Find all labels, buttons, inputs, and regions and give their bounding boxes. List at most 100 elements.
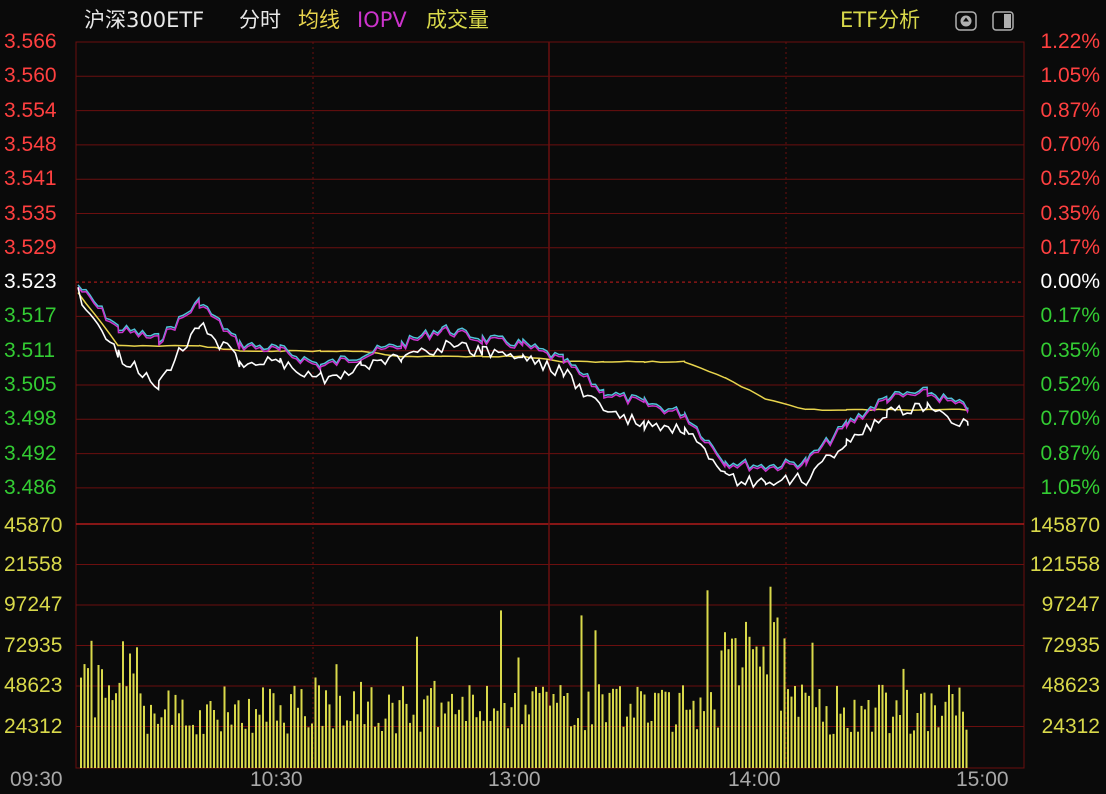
- volume-bar: [619, 686, 621, 768]
- volume-bar: [689, 709, 691, 768]
- volume-bar: [643, 694, 646, 768]
- volume-bar: [521, 724, 523, 768]
- volume-bar: [314, 677, 317, 768]
- volume-bar: [272, 693, 275, 768]
- volume-bar: [741, 667, 744, 768]
- volume-bar: [458, 709, 460, 768]
- percent-tick-label: 1.22%: [1040, 30, 1100, 53]
- volume-bar: [717, 727, 719, 768]
- volume-bar: [867, 700, 870, 768]
- volume-bar: [465, 721, 467, 768]
- volume-bar: [83, 664, 86, 768]
- volume-bar: [524, 704, 527, 768]
- volume-bar: [409, 722, 411, 768]
- volume-bar: [454, 714, 457, 768]
- volume-bar: [80, 677, 82, 768]
- time-tick-label: 09:30: [10, 768, 63, 791]
- volume-bar: [202, 733, 205, 768]
- volume-bar: [913, 730, 915, 768]
- volume-bar: [195, 734, 198, 768]
- volume-bar: [398, 700, 401, 768]
- volume-bar: [629, 703, 632, 768]
- chart-canvas[interactable]: [0, 0, 1106, 794]
- volume-bar: [745, 621, 747, 768]
- volume-bar: [965, 729, 968, 768]
- volume-bar: [860, 705, 863, 768]
- volume-bar: [339, 695, 341, 768]
- volume-bar: [279, 705, 282, 768]
- volume-tick-label-right: 97247: [1041, 593, 1100, 616]
- price-tick-label: 3.548: [4, 132, 57, 156]
- volume-bar: [297, 707, 299, 768]
- volume-bar: [374, 726, 376, 768]
- volume-bar: [801, 684, 803, 768]
- price-tick-label: 3.511: [4, 338, 55, 362]
- volume-bar: [538, 693, 541, 768]
- volume-bar: [573, 724, 576, 768]
- volume-bar: [846, 728, 849, 768]
- price-tick-label: 3.529: [4, 235, 57, 259]
- price-tick-label: 3.523: [4, 270, 57, 294]
- volume-bar: [657, 693, 660, 768]
- volume-tick-label: 24312: [4, 714, 63, 738]
- volume-bar: [843, 707, 845, 768]
- volume-bar: [405, 703, 408, 768]
- volume-bar: [118, 682, 121, 768]
- percent-tick-label: 0.70%: [1040, 407, 1100, 431]
- volume-bar: [703, 711, 705, 768]
- volume-bar: [710, 692, 712, 768]
- volume-bar: [307, 727, 310, 768]
- price-line: [77, 287, 969, 489]
- etf-intraday-chart-window: 沪深300ETF 分时 均线 IOPV 成交量 ETF分析 3.566 3.560…: [0, 0, 1106, 794]
- time-tick-label: 15:00: [956, 768, 1009, 791]
- volume-bar: [895, 700, 898, 768]
- volume-bar: [171, 724, 173, 768]
- volume-bar: [489, 721, 492, 768]
- volume-bar: [549, 705, 551, 768]
- volume-bar: [440, 702, 443, 768]
- volume-bar: [727, 649, 730, 768]
- percent-tick-label: 0.87%: [1040, 98, 1100, 122]
- volume-bar: [559, 685, 562, 768]
- volume-bar: [755, 646, 758, 768]
- volume-bar: [787, 689, 789, 768]
- volume-bar: [412, 714, 415, 768]
- volume-bar: [888, 733, 891, 768]
- volume-bar: [678, 692, 681, 768]
- volume-bar: [139, 693, 142, 768]
- volume-bar: [528, 714, 530, 768]
- volume-bar: [486, 685, 488, 768]
- percent-tick-label: 0.17%: [1040, 235, 1100, 259]
- volume-bar: [353, 691, 355, 768]
- volume-bar: [514, 693, 516, 768]
- volume-tick-label-right: 24312: [1041, 714, 1100, 738]
- volume-bar: [419, 731, 422, 768]
- volume-bar: [111, 700, 114, 768]
- price-tick-label: 3.492: [4, 441, 57, 465]
- price-tick-label: 3.505: [4, 373, 57, 396]
- volume-bar: [122, 641, 124, 768]
- volume-bar: [472, 694, 474, 768]
- volume-bar: [661, 689, 663, 768]
- volume-bar: [136, 647, 138, 768]
- volume-bar: [608, 692, 611, 768]
- price-tick-label: 3.517: [4, 304, 57, 328]
- volume-bar: [363, 724, 366, 768]
- volume-tick-label-right: 72935: [1041, 633, 1100, 657]
- volume-bar: [493, 708, 495, 768]
- volume-bar: [790, 696, 793, 768]
- percent-tick-label: 1.05%: [1040, 475, 1100, 499]
- volume-tick-label: 97247: [4, 593, 63, 616]
- volume-bar: [654, 692, 656, 768]
- volume-bar: [160, 717, 163, 768]
- volume-bar: [192, 724, 194, 768]
- volume-bar: [937, 727, 940, 768]
- volume-bar: [157, 723, 159, 768]
- percent-tick-label: 0.35%: [1040, 201, 1100, 225]
- percent-tick-label: 1.05%: [1040, 64, 1100, 88]
- percent-tick-label: 0.52%: [1040, 167, 1100, 191]
- volume-bar: [234, 704, 236, 768]
- volume-tick-label: 45870: [4, 514, 63, 537]
- volume-bar: [902, 668, 905, 768]
- volume-bar: [769, 586, 772, 768]
